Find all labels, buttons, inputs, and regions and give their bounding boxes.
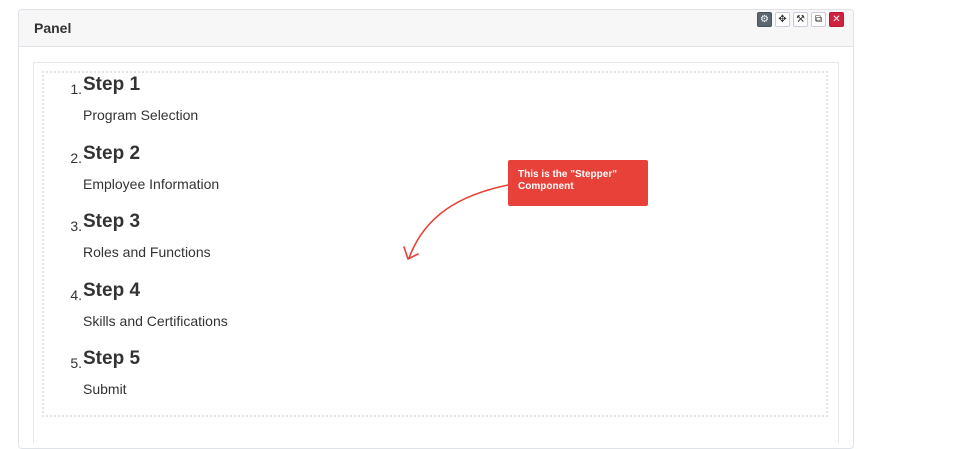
annotation-arrow-icon	[403, 184, 509, 260]
